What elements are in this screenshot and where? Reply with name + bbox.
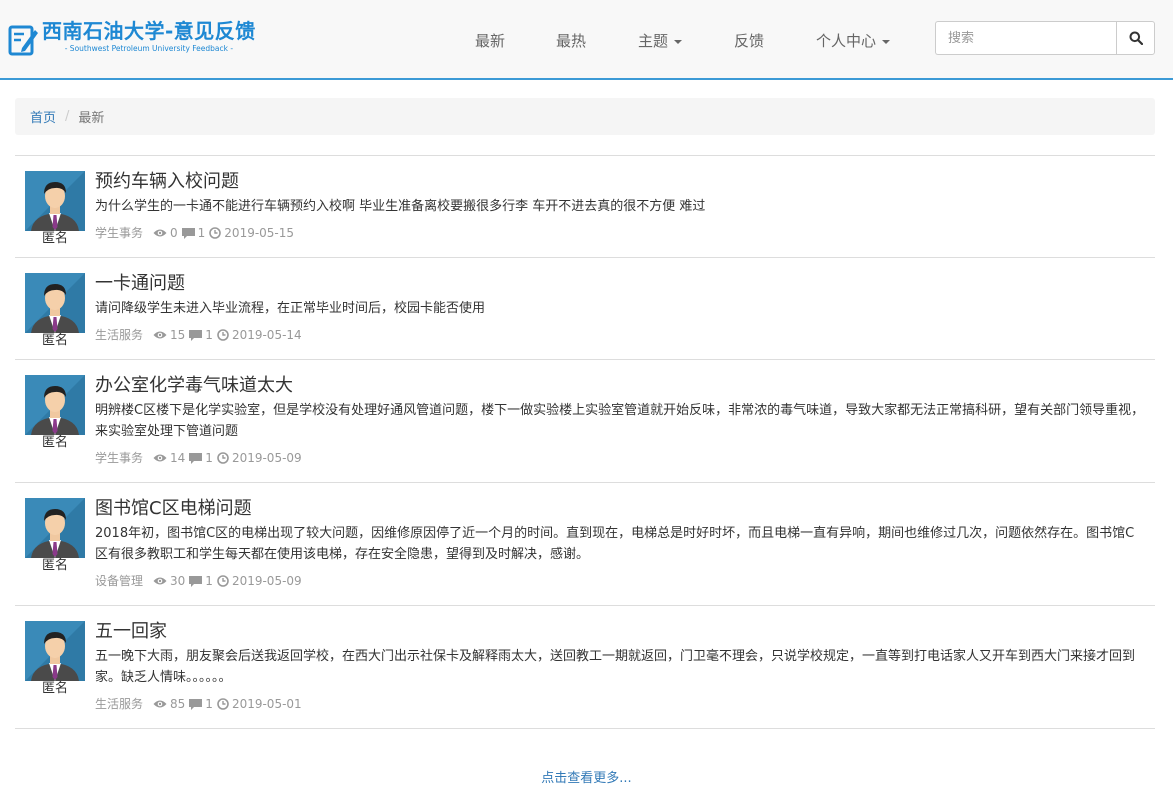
clock-icon [217, 575, 229, 587]
post-category[interactable]: 生活服务 [95, 696, 143, 712]
post-date: 2019-05-14 [231, 328, 302, 342]
brand-subtitle: - Southwest Petroleum University Feedbac… [64, 44, 234, 53]
edit-note-icon [8, 25, 38, 56]
post-title[interactable]: 图书馆C区电梯问题 [95, 498, 1145, 520]
post-meta: 学生事务 14 1 2019-05-09 [95, 450, 1145, 466]
list-item: 匿名 五一回家 五一晚下大雨，朋友聚会后送我返回学校，在西大门出示社保卡及解释雨… [15, 606, 1155, 729]
comment-icon [189, 329, 203, 341]
author-name: 匿名 [41, 435, 68, 450]
avatar[interactable] [25, 621, 85, 681]
list-item: 匿名 图书馆C区电梯问题 2018年初，图书馆C区的电梯出现了较大问题，因维修原… [15, 483, 1155, 606]
author-name: 匿名 [41, 231, 68, 246]
comment-count: 1 [205, 328, 213, 342]
comment-count: 1 [197, 226, 206, 240]
post-body: 五一晚下大雨，朋友聚会后送我返回学校，在西大门出示社保卡及解释雨太大，送回教工一… [95, 649, 1136, 685]
comment-icon [189, 698, 203, 710]
post-meta: 生活服务 85 1 2019-05-01 [95, 696, 1145, 712]
comment-count: 1 [205, 697, 213, 711]
nav-user-center-dropdown[interactable]: 个人中心 [816, 30, 891, 51]
nav-topics-label: 主题 [638, 32, 669, 50]
comment-icon [189, 575, 203, 587]
nav-user-center-label: 个人中心 [816, 32, 877, 50]
search-input[interactable] [935, 21, 1116, 55]
post-meta: 生活服务 15 1 2019-05-14 [95, 327, 1145, 343]
post-meta: 学生事务 0 1 2019-05-15 [95, 225, 1145, 241]
avatar[interactable] [25, 375, 85, 435]
list-item: 匿名 预约车辆入校问题 为什么学生的一卡通不能进行车辆预约入校啊 毕业生准备离校… [15, 156, 1155, 258]
chevron-down-icon [674, 39, 683, 44]
author-block: 匿名 [25, 498, 85, 574]
nav-topics-dropdown[interactable]: 主题 [638, 30, 683, 51]
nav-feedback[interactable]: 反馈 [734, 30, 764, 51]
author-name: 匿名 [41, 681, 68, 696]
eye-icon [153, 331, 167, 339]
clock-icon [217, 698, 229, 710]
comment-count: 1 [205, 574, 213, 588]
nav-latest[interactable]: 最新 [475, 30, 505, 51]
post-content: 预约车辆入校问题 为什么学生的一卡通不能进行车辆预约入校啊 毕业生准备离校要搬很… [95, 156, 1155, 257]
eye-icon [153, 229, 167, 237]
post-body: 请问降级学生未进入毕业流程，在正常毕业时间后，校园卡能否使用 [95, 301, 486, 316]
post-list: 匿名 预约车辆入校问题 为什么学生的一卡通不能进行车辆预约入校啊 毕业生准备离校… [15, 155, 1155, 729]
author-block: 匿名 [25, 621, 85, 697]
post-body: 明辨楼C区楼下是化学实验室，但是学校没有处理好通风管道问题，楼下一做实验楼上实验… [95, 403, 1145, 439]
avatar[interactable] [25, 171, 85, 231]
breadcrumb-home[interactable]: 首页 [30, 107, 56, 126]
post-title[interactable]: 一卡通问题 [95, 273, 1145, 295]
post-title[interactable]: 五一回家 [95, 621, 1145, 643]
post-category[interactable]: 设备管理 [95, 573, 143, 589]
avatar[interactable] [25, 273, 85, 333]
comment-icon [181, 227, 195, 239]
author-block: 匿名 [25, 171, 85, 247]
brand-title: 西南石油大学-意见反馈 [42, 19, 256, 43]
post-content: 一卡通问题 请问降级学生未进入毕业流程，在正常毕业时间后，校园卡能否使用 生活服… [95, 258, 1155, 359]
post-content: 办公室化学毒气味道太大 明辨楼C区楼下是化学实验室，但是学校没有处理好通风管道问… [95, 360, 1155, 482]
list-item: 匿名 一卡通问题 请问降级学生未进入毕业流程，在正常毕业时间后，校园卡能否使用 … [15, 258, 1155, 360]
post-category[interactable]: 学生事务 [95, 450, 143, 466]
clock-icon [209, 227, 222, 239]
author-name: 匿名 [41, 333, 68, 348]
post-date: 2019-05-01 [231, 697, 302, 711]
post-meta: 设备管理 30 1 2019-05-09 [95, 573, 1145, 589]
eye-icon [153, 577, 167, 585]
search-button[interactable] [1116, 21, 1155, 55]
view-count: 0 [170, 226, 178, 240]
post-body: 为什么学生的一卡通不能进行车辆预约入校啊 毕业生准备离校要搬很多行李 车开不进去… [95, 199, 706, 214]
post-category[interactable]: 学生事务 [95, 225, 143, 241]
chevron-down-icon [882, 39, 891, 44]
search-form [935, 21, 1155, 55]
view-count: 15 [170, 328, 186, 342]
view-count: 85 [170, 697, 186, 711]
post-content: 图书馆C区电梯问题 2018年初，图书馆C区的电梯出现了较大问题，因维修原因停了… [95, 483, 1155, 605]
clock-icon [217, 329, 229, 341]
view-count: 14 [170, 451, 186, 465]
author-block: 匿名 [25, 375, 85, 451]
post-title[interactable]: 预约车辆入校问题 [95, 171, 1145, 193]
post-date: 2019-05-09 [231, 574, 302, 588]
comment-icon [189, 452, 203, 464]
comment-count: 1 [205, 451, 213, 465]
list-item: 匿名 办公室化学毒气味道太大 明辨楼C区楼下是化学实验室，但是学校没有处理好通风… [15, 360, 1155, 483]
post-date: 2019-05-15 [224, 226, 295, 240]
eye-icon [153, 454, 167, 462]
breadcrumb: 首页 / 最新 [15, 98, 1155, 135]
load-more-link[interactable]: 点击查看更多... [0, 767, 1173, 786]
post-title[interactable]: 办公室化学毒气味道太大 [95, 375, 1145, 397]
post-category[interactable]: 生活服务 [95, 327, 143, 343]
brand-logo[interactable]: 西南石油大学-意见反馈 - Southwest Petroleum Univer… [8, 18, 256, 58]
eye-icon [153, 700, 167, 708]
post-content: 五一回家 五一晚下大雨，朋友聚会后送我返回学校，在西大门出示社保卡及解释雨太大，… [95, 606, 1155, 728]
avatar[interactable] [25, 498, 85, 558]
author-name: 匿名 [41, 558, 68, 573]
top-navbar: 西南石油大学-意见反馈 - Southwest Petroleum Univer… [0, 0, 1173, 80]
breadcrumb-current: 最新 [78, 111, 105, 126]
nav-hot[interactable]: 最热 [556, 30, 586, 51]
search-icon [1129, 31, 1143, 45]
clock-icon [217, 452, 229, 464]
view-count: 30 [170, 574, 186, 588]
post-date: 2019-05-09 [231, 451, 302, 465]
breadcrumb-separator: / [65, 109, 70, 124]
author-block: 匿名 [25, 273, 85, 349]
post-body: 2018年初，图书馆C区的电梯出现了较大问题，因维修原因停了近一个月的时间。直到… [95, 526, 1135, 562]
